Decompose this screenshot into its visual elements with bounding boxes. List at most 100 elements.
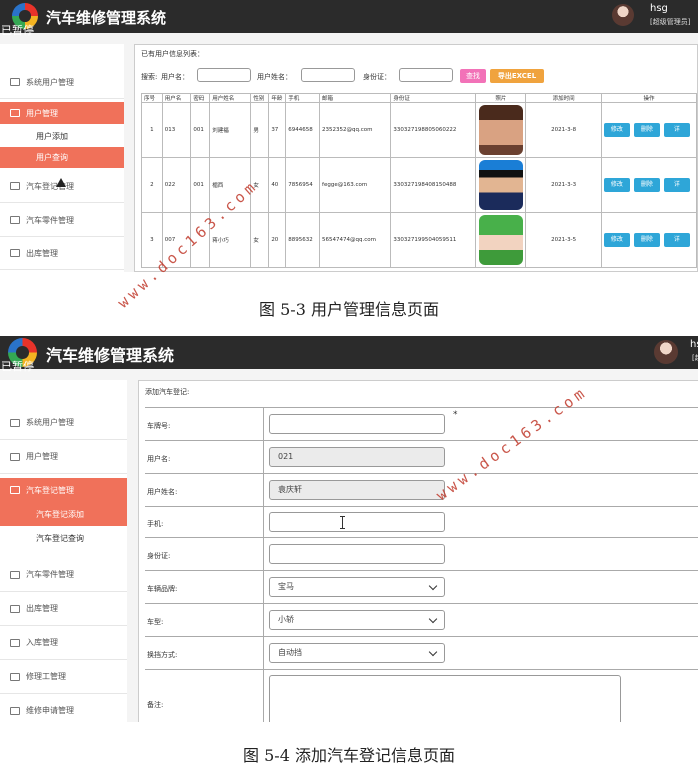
folder-icon xyxy=(10,486,20,494)
sidebar-item-repair-requests[interactable]: 维修申请管理 xyxy=(0,694,127,722)
form-row-notes: 备注: xyxy=(145,669,698,722)
app-title: 汽车维修管理系统 xyxy=(46,346,175,365)
cell-actions: 修改 删除详 xyxy=(600,157,697,213)
sidebar-subitem-car-query[interactable]: 汽车登记查询 xyxy=(0,526,127,550)
notes-textarea[interactable] xyxy=(269,675,621,722)
sidebar-item-users[interactable]: 用户管理 xyxy=(0,440,127,474)
chevron-down-icon xyxy=(428,614,438,624)
edit-button[interactable]: 修改 xyxy=(603,123,630,137)
form-row-plate: 车牌号: * xyxy=(145,407,698,440)
filter-name-label: 用户姓名： xyxy=(257,73,292,81)
column-header: 用户名 xyxy=(161,93,192,103)
row-divider xyxy=(263,571,264,603)
cell-phone: 6944658 xyxy=(285,102,321,158)
phone-input[interactable] xyxy=(269,512,445,532)
folder-icon xyxy=(10,216,20,224)
folder-icon xyxy=(10,418,20,427)
row-divider xyxy=(263,637,264,669)
folder-icon xyxy=(10,249,20,257)
form-row-transmission: 换挡方式: 自动挡 xyxy=(145,636,698,669)
cell-time: 2021-3-5 xyxy=(525,212,602,268)
field-label: 车辆品牌: xyxy=(147,585,178,593)
screenshot-user-management: 已暂停 汽车维修管理系统 hsg [超级管理员] 系统用户管理 用户管理 用户添… xyxy=(0,0,698,272)
detail-button[interactable]: 详 xyxy=(663,123,690,137)
table-header-row: 序号 用户名 密码 用户姓名 性别 年龄 手机 邮箱 身份证 照片 添加时间 操… xyxy=(141,93,697,103)
edit-button[interactable]: 修改 xyxy=(603,178,630,192)
username-field[interactable]: 021 xyxy=(269,447,445,467)
row-divider xyxy=(263,408,264,440)
export-excel-button[interactable]: 导出EXCEL xyxy=(490,69,544,83)
delete-button[interactable]: 删除 xyxy=(633,178,660,192)
folder-icon xyxy=(10,706,20,715)
sidebar-item-car-registration[interactable]: 汽车登记管理 xyxy=(0,478,127,502)
edit-button[interactable]: 修改 xyxy=(603,233,630,247)
cell-email: 56547474@qq.com xyxy=(319,212,392,268)
paused-label: 已暂停 xyxy=(1,24,34,37)
sidebar-item-users[interactable]: 用户管理 xyxy=(0,102,124,124)
field-label: 车牌号: xyxy=(147,422,171,430)
filter-id-input[interactable] xyxy=(399,68,453,82)
row-divider xyxy=(263,507,264,537)
sidebar-subitem-user-query[interactable]: 用户查询 xyxy=(0,147,124,168)
table-row: 1 013 001 刘建福 男 37 6944658 2352352@qq.co… xyxy=(141,102,697,158)
row-divider xyxy=(263,604,264,636)
folder-icon xyxy=(10,604,20,613)
cell-id: 330327198408150488 xyxy=(390,157,477,213)
column-header: 密码 xyxy=(190,93,211,103)
paused-label: 已暂停 xyxy=(1,360,34,373)
form-row-username: 用户名: 021 xyxy=(145,440,698,473)
filter-name-input[interactable] xyxy=(301,68,355,82)
user-name-field[interactable]: 袁庆轩 xyxy=(269,480,445,500)
id-card-input[interactable] xyxy=(269,544,445,564)
search-button[interactable]: 查找 xyxy=(460,69,486,83)
sidebar-item-outbound[interactable]: 出库管理 xyxy=(0,592,127,626)
user-avatar[interactable] xyxy=(654,340,678,364)
cell-photo xyxy=(475,102,527,158)
folder-icon xyxy=(10,78,20,86)
app-title: 汽车维修管理系统 xyxy=(46,9,167,27)
sidebar-item-car-parts[interactable]: 汽车零件管理 xyxy=(0,204,124,237)
user-table: 序号 用户名 密码 用户姓名 性别 年龄 手机 邮箱 身份证 照片 添加时间 操… xyxy=(141,93,697,268)
user-list-panel: 已有用户信息列表： 搜索: 用户名： 用户姓名： 身份证： 查找 导出EXCEL… xyxy=(134,44,698,272)
detail-button[interactable]: 详 xyxy=(663,233,690,247)
cell-photo xyxy=(475,212,527,268)
folder-icon xyxy=(10,452,20,461)
folder-icon xyxy=(10,638,20,647)
column-header: 邮箱 xyxy=(319,93,392,103)
row-divider xyxy=(263,670,264,722)
field-label: 用户名: xyxy=(147,455,171,463)
field-label: 换挡方式: xyxy=(147,651,178,659)
car-registration-form: 添加汽车登记: 车牌号: * 用户名: 021 用户姓名: 袁庆轩 手机: 身份… xyxy=(138,380,698,722)
sidebar-subitem-car-add[interactable]: 汽车登记添加 xyxy=(0,502,127,526)
brand-select[interactable]: 宝马 xyxy=(269,577,445,597)
transmission-select[interactable]: 自动挡 xyxy=(269,643,445,663)
sidebar-subitem-user-add[interactable]: 用户添加 xyxy=(0,126,124,146)
sidebar-item-mechanics[interactable]: 修理工管理 xyxy=(0,660,127,694)
column-header: 性别 xyxy=(250,93,270,103)
model-select[interactable]: 小轿 xyxy=(269,610,445,630)
chevron-down-icon xyxy=(428,581,438,591)
field-label: 身份证: xyxy=(147,552,171,560)
column-header: 身份证 xyxy=(390,93,477,103)
form-row-model: 车型: 小轿 xyxy=(145,603,698,636)
sidebar-item-system-users[interactable]: 系统用户管理 xyxy=(0,66,124,99)
row-divider xyxy=(263,474,264,506)
sidebar-item-inbound[interactable]: 入库管理 xyxy=(0,626,127,660)
filter-username-input[interactable] xyxy=(197,68,251,82)
row-divider xyxy=(263,538,264,570)
detail-button[interactable]: 详 xyxy=(663,178,690,192)
delete-button[interactable]: 删除 xyxy=(633,233,660,247)
cell-no: 2 xyxy=(141,157,163,213)
sidebar-item-system-users[interactable]: 系统用户管理 xyxy=(0,406,127,440)
cell-id: 330327198805060222 xyxy=(390,102,477,158)
field-label: 备注: xyxy=(147,701,164,709)
user-avatar[interactable] xyxy=(612,4,634,26)
sidebar-item-outbound[interactable]: 出库管理 xyxy=(0,237,124,270)
sidebar-item-car-parts[interactable]: 汽车零件管理 xyxy=(0,558,127,592)
delete-button[interactable]: 删除 xyxy=(633,123,660,137)
cell-age: 37 xyxy=(268,102,287,158)
top-header-bar: 已暂停 汽车维修管理系统 hsg [超级管理员] xyxy=(0,0,698,37)
column-header: 序号 xyxy=(141,93,163,103)
form-heading: 添加汽车登记: xyxy=(145,388,190,396)
plate-number-input[interactable] xyxy=(269,414,445,434)
